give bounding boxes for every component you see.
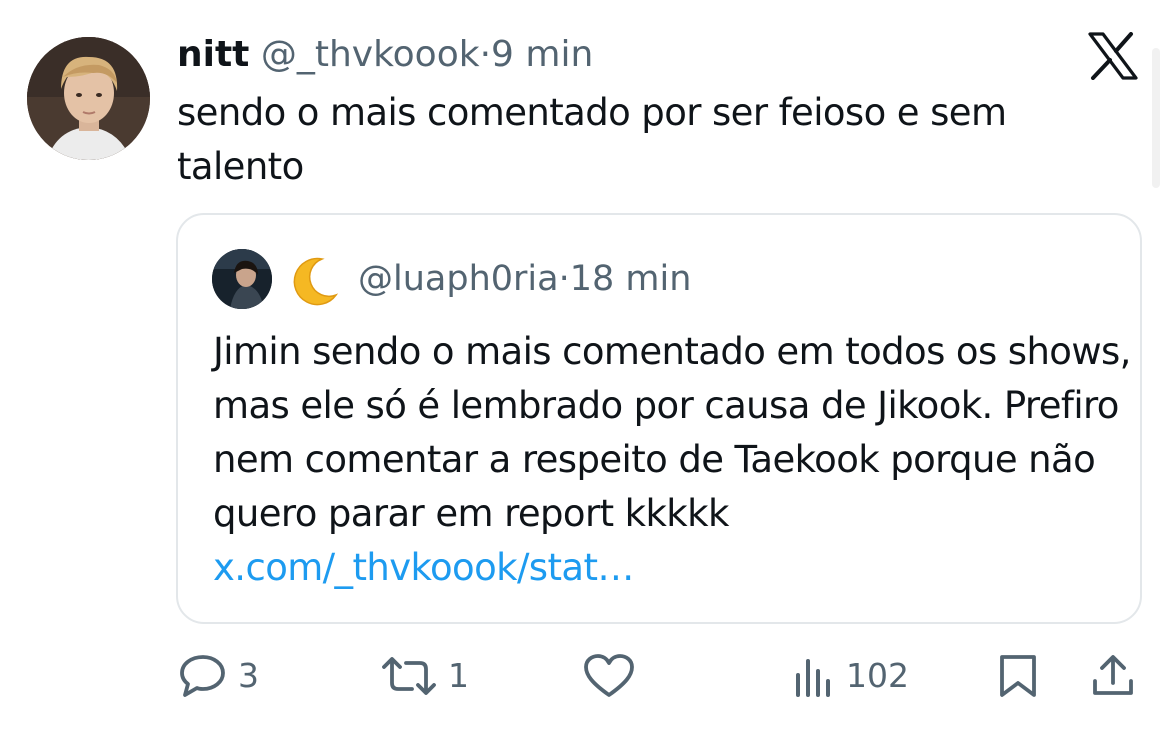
quoted-tweet-link[interactable]: x.com/_thvkoook/stat… (213, 546, 634, 589)
quoted-author-avatar[interactable] (212, 249, 272, 309)
quoted-avatar-photo-icon (212, 249, 272, 309)
bookmark-button[interactable] (996, 650, 1040, 702)
quoted-tweet-text: Jimin sendo o mais comentado em todos os… (213, 325, 1133, 595)
share-icon (1093, 655, 1133, 695)
share-button[interactable] (1090, 650, 1136, 702)
repost-icon (382, 657, 436, 695)
repost-count: 1 (448, 656, 469, 695)
views-count: 102 (846, 656, 909, 695)
quoted-tweet-body: Jimin sendo o mais comentado em todos os… (213, 330, 1131, 535)
author-display-name[interactable]: nitt (177, 34, 249, 75)
x-logo-icon (1088, 32, 1138, 80)
author-avatar[interactable] (27, 37, 150, 160)
like-icon (584, 654, 634, 697)
avatar-photo-icon (27, 37, 150, 160)
like-button[interactable] (582, 650, 636, 702)
tweet-timestamp[interactable]: 9 min (491, 34, 593, 75)
author-handle[interactable]: @_thvkoook (261, 34, 480, 75)
reply-button[interactable]: 3 (178, 650, 259, 702)
quoted-author-handle[interactable]: @luaph0ria (358, 259, 559, 299)
quoted-tweet-header: @luaph0ria·18 min (358, 257, 691, 301)
scrollbar[interactable] (1152, 48, 1160, 188)
quoted-header-separator: · (558, 259, 570, 299)
reply-icon (180, 655, 225, 697)
quoted-tweet-timestamp[interactable]: 18 min (570, 259, 692, 299)
crescent-moon-emoji-icon (293, 257, 339, 306)
tweet-header: nitt @_thvkoook·9 min (177, 33, 593, 77)
reply-count: 3 (238, 656, 259, 695)
quoted-tweet-card[interactable]: @luaph0ria·18 min Jimin sendo o mais com… (176, 213, 1142, 624)
tweet-actions-bar: 3 1 102 (0, 650, 1170, 702)
tweet-text: sendo o mais comentado por ser feioso e … (177, 91, 1007, 188)
bookmark-icon (1000, 655, 1036, 697)
repost-button[interactable]: 1 (380, 650, 469, 702)
views-button[interactable]: 102 (792, 650, 909, 702)
header-separator: · (479, 34, 492, 75)
tweet: nitt @_thvkoook·9 min sendo o mais comen… (0, 0, 1170, 740)
views-icon (796, 659, 830, 697)
